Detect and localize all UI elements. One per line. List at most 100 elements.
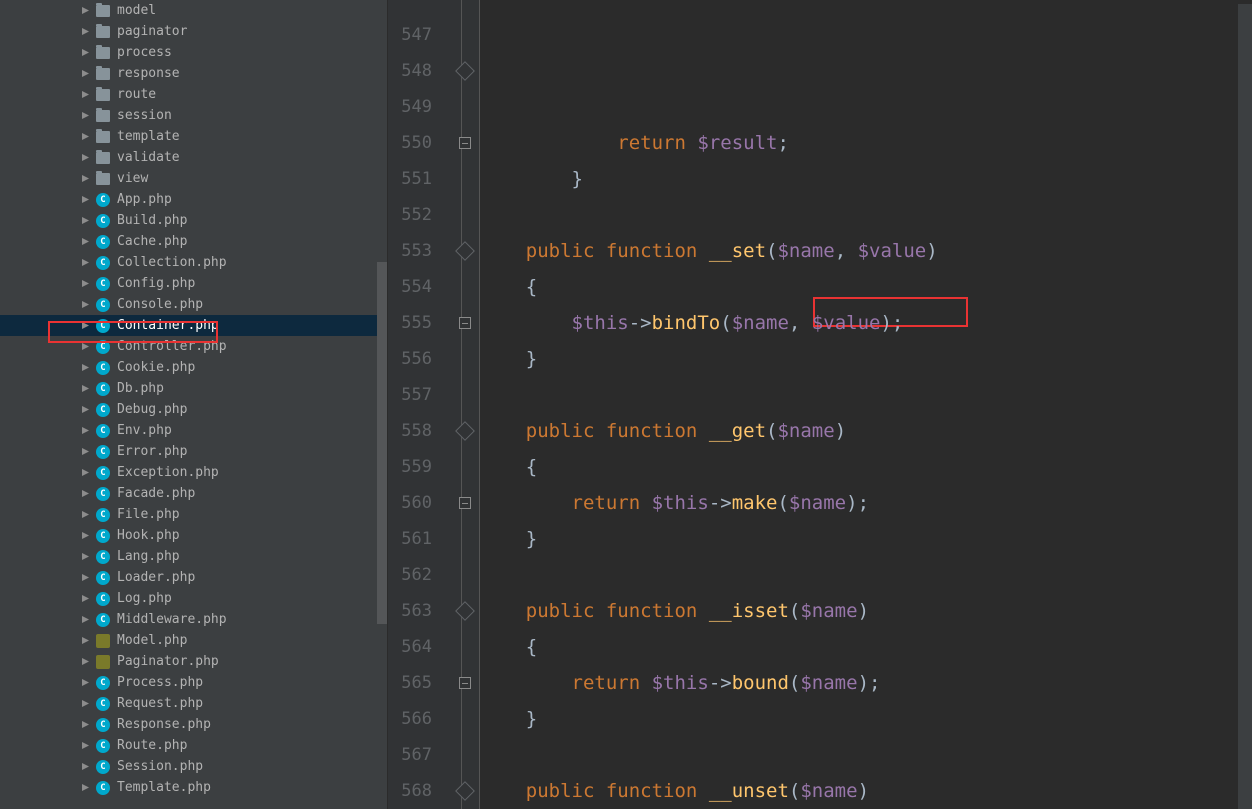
fold-cell[interactable] <box>450 629 479 665</box>
tree-item[interactable]: Middleware.php <box>0 609 387 630</box>
fold-collapse-icon[interactable] <box>459 677 471 689</box>
code-line[interactable]: public function __set($name, $value) <box>480 233 1252 269</box>
code-line[interactable]: } <box>480 701 1252 737</box>
expand-arrow-icon[interactable] <box>80 783 90 793</box>
code-line[interactable]: { <box>480 629 1252 665</box>
expand-arrow-icon[interactable] <box>80 552 90 562</box>
expand-arrow-icon[interactable] <box>80 195 90 205</box>
tree-item[interactable]: Session.php <box>0 756 387 777</box>
expand-arrow-icon[interactable] <box>80 636 90 646</box>
fold-end-icon[interactable] <box>455 61 475 81</box>
tree-item[interactable]: Error.php <box>0 441 387 462</box>
expand-arrow-icon[interactable] <box>80 657 90 667</box>
line-number[interactable]: 558 <box>388 413 450 449</box>
line-number[interactable]: 568 <box>388 773 450 809</box>
fold-end-icon[interactable] <box>455 601 475 621</box>
code-line[interactable]: } <box>480 341 1252 377</box>
fold-cell[interactable] <box>450 485 479 521</box>
code-line[interactable]: } <box>480 161 1252 197</box>
expand-arrow-icon[interactable] <box>80 69 90 79</box>
fold-collapse-icon[interactable] <box>459 317 471 329</box>
tree-item[interactable]: Process.php <box>0 672 387 693</box>
tree-item[interactable]: Response.php <box>0 714 387 735</box>
tree-item[interactable]: template <box>0 126 387 147</box>
code-line[interactable] <box>480 557 1252 593</box>
fold-cell[interactable] <box>450 269 479 305</box>
expand-arrow-icon[interactable] <box>80 678 90 688</box>
fold-cell[interactable] <box>450 89 479 125</box>
expand-arrow-icon[interactable] <box>80 594 90 604</box>
line-number[interactable]: 559 <box>388 449 450 485</box>
fold-end-icon[interactable] <box>455 421 475 441</box>
tree-item[interactable]: Paginator.php <box>0 651 387 672</box>
fold-cell[interactable] <box>450 197 479 233</box>
editor-scrollbar-track[interactable] <box>1238 4 1252 809</box>
code-line[interactable]: public function __isset($name) <box>480 593 1252 629</box>
line-number[interactable]: 557 <box>388 377 450 413</box>
code-line[interactable] <box>480 737 1252 773</box>
expand-arrow-icon[interactable] <box>80 363 90 373</box>
fold-end-icon[interactable] <box>455 241 475 261</box>
fold-column[interactable] <box>450 0 480 809</box>
expand-arrow-icon[interactable] <box>80 48 90 58</box>
expand-arrow-icon[interactable] <box>80 321 90 331</box>
expand-arrow-icon[interactable] <box>80 699 90 709</box>
fold-cell[interactable] <box>450 305 479 341</box>
expand-arrow-icon[interactable] <box>80 237 90 247</box>
fold-cell[interactable] <box>450 701 479 737</box>
fold-cell[interactable] <box>450 17 479 53</box>
code-line[interactable]: public function __unset($name) <box>480 773 1252 809</box>
line-number[interactable]: 562 <box>388 557 450 593</box>
line-number[interactable]: 551 <box>388 161 450 197</box>
expand-arrow-icon[interactable] <box>80 720 90 730</box>
line-number[interactable]: 553 <box>388 233 450 269</box>
tree-item[interactable]: Exception.php <box>0 462 387 483</box>
expand-arrow-icon[interactable] <box>80 531 90 541</box>
expand-arrow-icon[interactable] <box>80 153 90 163</box>
fold-cell[interactable] <box>450 233 479 269</box>
expand-arrow-icon[interactable] <box>80 510 90 520</box>
code-line[interactable]: return $result; <box>480 125 1252 161</box>
code-line[interactable]: return $this->make($name); <box>480 485 1252 521</box>
tree-item[interactable]: paginator <box>0 21 387 42</box>
expand-arrow-icon[interactable] <box>80 384 90 394</box>
code-line[interactable]: public function __get($name) <box>480 413 1252 449</box>
fold-cell[interactable] <box>450 341 479 377</box>
line-number[interactable]: 567 <box>388 737 450 773</box>
line-number[interactable]: 566 <box>388 701 450 737</box>
expand-arrow-icon[interactable] <box>80 342 90 352</box>
tree-item[interactable]: Env.php <box>0 420 387 441</box>
line-number[interactable]: 552 <box>388 197 450 233</box>
tree-item[interactable]: Request.php <box>0 693 387 714</box>
line-number[interactable]: 555 <box>388 305 450 341</box>
tree-item[interactable]: session <box>0 105 387 126</box>
fold-collapse-icon[interactable] <box>459 497 471 509</box>
tree-item[interactable]: Config.php <box>0 273 387 294</box>
tree-item[interactable]: App.php <box>0 189 387 210</box>
expand-arrow-icon[interactable] <box>80 426 90 436</box>
fold-cell[interactable] <box>450 161 479 197</box>
project-sidebar[interactable]: modelpaginatorprocessresponseroutesessio… <box>0 0 388 809</box>
line-number[interactable]: 556 <box>388 341 450 377</box>
expand-arrow-icon[interactable] <box>80 741 90 751</box>
tree-item[interactable]: Model.php <box>0 630 387 651</box>
tree-item[interactable]: Db.php <box>0 378 387 399</box>
line-number[interactable]: 563 <box>388 593 450 629</box>
expand-arrow-icon[interactable] <box>80 258 90 268</box>
file-tree[interactable]: modelpaginatorprocessresponseroutesessio… <box>0 0 387 798</box>
fold-cell[interactable] <box>450 377 479 413</box>
expand-arrow-icon[interactable] <box>80 111 90 121</box>
fold-end-icon[interactable] <box>455 781 475 801</box>
expand-arrow-icon[interactable] <box>80 615 90 625</box>
sidebar-scrollbar-thumb[interactable] <box>377 262 387 624</box>
expand-arrow-icon[interactable] <box>80 279 90 289</box>
code-line[interactable] <box>480 197 1252 233</box>
tree-item[interactable]: Collection.php <box>0 252 387 273</box>
expand-arrow-icon[interactable] <box>80 573 90 583</box>
expand-arrow-icon[interactable] <box>80 762 90 772</box>
fold-cell[interactable] <box>450 737 479 773</box>
tree-item[interactable]: Debug.php <box>0 399 387 420</box>
code-editor[interactable]: 5475485495505515525535545555565575585595… <box>388 0 1252 809</box>
line-number-gutter[interactable]: 5475485495505515525535545555565575585595… <box>388 0 450 809</box>
tree-item[interactable]: Lang.php <box>0 546 387 567</box>
